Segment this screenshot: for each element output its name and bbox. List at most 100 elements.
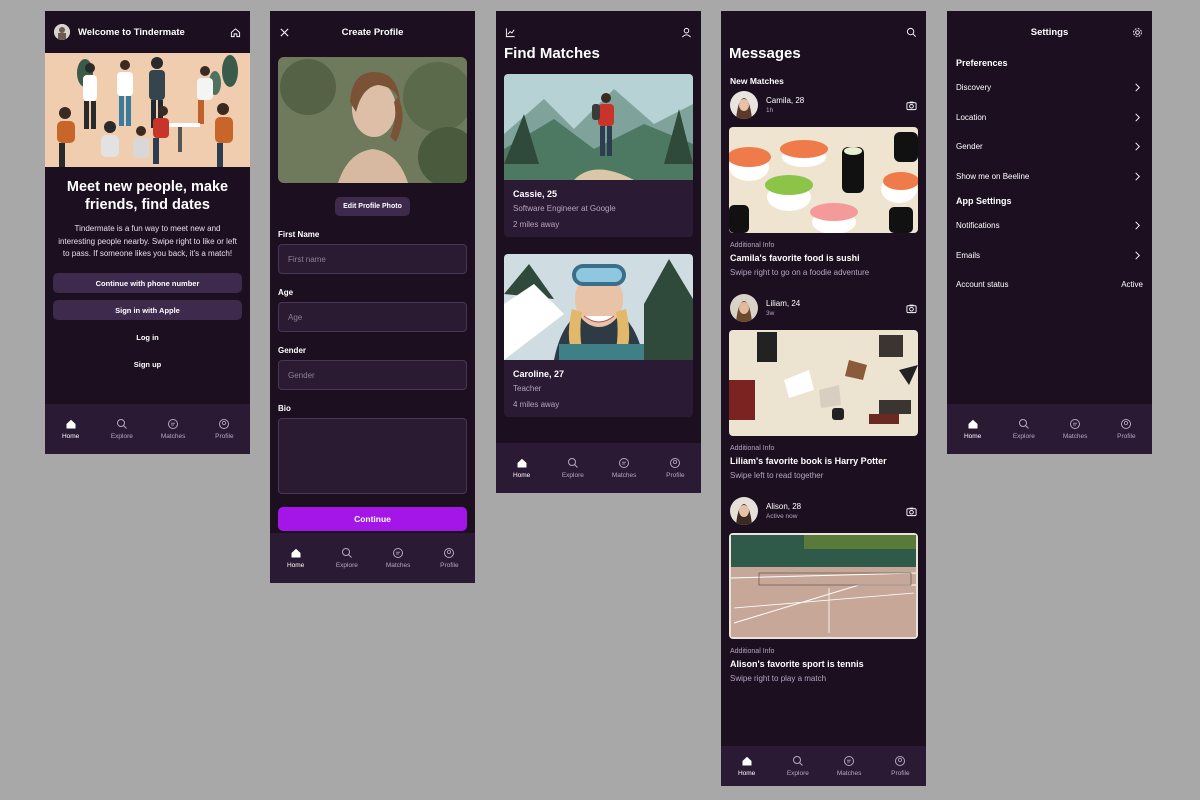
avatar[interactable] [54, 24, 70, 40]
create-profile-header: Create Profile [270, 11, 475, 53]
age-field[interactable]: Age [278, 302, 467, 332]
nav-profile[interactable]: Profile [200, 418, 248, 440]
gear-icon[interactable] [1132, 27, 1143, 38]
avatar [730, 497, 758, 525]
continue-phone-button[interactable]: Continue with phone number [53, 273, 242, 294]
chevron-right-icon [1132, 141, 1143, 152]
page-title: Settings [1030, 26, 1069, 38]
close-icon[interactable] [279, 27, 290, 38]
chevron-right-icon [1132, 171, 1143, 182]
age-label: Age [278, 288, 294, 297]
settings-row-discovery[interactable]: Discovery [947, 73, 1152, 103]
bottom-nav: Home Explore Matches Profile [45, 404, 250, 454]
nav-profile[interactable]: Profile [876, 755, 924, 777]
app-title: Welcome to Tindermate [78, 26, 185, 38]
nav-explore[interactable]: Explore [549, 457, 597, 479]
message-header[interactable]: Liliam, 24 3w [721, 291, 926, 325]
settings-row-gender[interactable]: Gender [947, 132, 1152, 162]
info-title: Liliam's favorite book is Harry Potter [730, 456, 887, 466]
nav-home[interactable]: Home [272, 547, 320, 569]
create-profile-screen: Create Profile Edit Profile Photo First … [270, 11, 475, 583]
home-icon[interactable] [230, 27, 241, 38]
nav-home[interactable]: Home [47, 418, 95, 440]
continue-button[interactable]: Continue [278, 507, 467, 531]
camera-icon[interactable] [906, 100, 917, 111]
profile-icon [219, 419, 230, 429]
nav-profile[interactable]: Profile [651, 457, 699, 479]
match-distance: 2 miles away [513, 220, 560, 229]
bio-label: Bio [278, 404, 291, 413]
nav-home[interactable]: Home [949, 418, 997, 440]
additional-info-label: Additional Info [730, 445, 775, 452]
bio-field[interactable] [278, 418, 467, 494]
search-icon [341, 548, 352, 558]
nav-explore[interactable]: Explore [98, 418, 146, 440]
welcome-description: Tindermate is a fun way to meet new and … [58, 224, 237, 259]
log-in-button[interactable]: Log in [53, 327, 242, 347]
nav-matches[interactable]: Matches [1051, 418, 1099, 440]
match-job: Teacher [513, 384, 542, 393]
camera-icon[interactable] [906, 303, 917, 314]
first-name-field[interactable]: First name [278, 244, 467, 274]
match-card[interactable]: Cassie, 25 Software Engineer at Google 2… [504, 74, 693, 237]
user-icon[interactable] [681, 27, 692, 38]
gender-field[interactable]: Gender [278, 360, 467, 390]
search-icon [116, 419, 127, 429]
first-name-label: First Name [278, 230, 320, 239]
chart-icon[interactable] [505, 27, 516, 38]
settings-row-emails[interactable]: Emails [947, 241, 1152, 271]
info-title: Alison's favorite sport is tennis [730, 659, 864, 669]
nav-profile[interactable]: Profile [1102, 418, 1150, 440]
settings-row-show-me[interactable]: Show me on Beeline [947, 162, 1152, 192]
bottom-nav: Home Explore Matches Profile [270, 533, 475, 583]
search-icon[interactable] [906, 27, 917, 38]
settings-row-location[interactable]: Location [947, 103, 1152, 133]
match-distance: 4 miles away [513, 400, 560, 409]
edit-profile-photo-button[interactable]: Edit Profile Photo [335, 197, 410, 216]
profile-icon [444, 548, 455, 558]
settings-row-account-status[interactable]: Account status Active [947, 270, 1152, 300]
nav-matches[interactable]: Matches [374, 547, 422, 569]
nav-profile[interactable]: Profile [425, 547, 473, 569]
message-header[interactable]: Alison, 28 Active now [721, 494, 926, 528]
message-name: Alison, 28 [766, 502, 802, 511]
additional-info-label: Additional Info [730, 242, 775, 249]
home-icon [66, 419, 76, 429]
account-status-value: Active [1121, 280, 1143, 290]
match-card[interactable]: Caroline, 27 Teacher 4 miles away [504, 254, 693, 417]
nav-matches[interactable]: Matches [600, 457, 648, 479]
welcome-header: Welcome to Tindermate [45, 11, 250, 53]
settings-row-notifications[interactable]: Notifications [947, 211, 1152, 241]
nav-matches[interactable]: Matches [149, 418, 197, 440]
info-subtitle: Swipe left to read together [730, 471, 824, 480]
chat-icon [168, 419, 179, 429]
nav-home[interactable]: Home [723, 755, 771, 777]
sign-up-button[interactable]: Sign up [53, 354, 242, 374]
bottom-nav: Home Explore Matches Profile [947, 404, 1152, 454]
home-icon [968, 419, 978, 429]
match-job: Software Engineer at Google [513, 204, 616, 213]
camera-icon[interactable] [906, 506, 917, 517]
messages-screen: Messages New Matches Camila, 28 1h Additi… [721, 11, 926, 786]
search-icon [567, 458, 578, 468]
chevron-right-icon [1132, 112, 1143, 123]
app-settings-title: App Settings [956, 196, 1012, 206]
nav-explore[interactable]: Explore [323, 547, 371, 569]
nav-home[interactable]: Home [498, 457, 546, 479]
nav-matches[interactable]: Matches [825, 755, 873, 777]
page-title: Find Matches [504, 45, 600, 62]
gender-label: Gender [278, 346, 307, 355]
nav-explore[interactable]: Explore [774, 755, 822, 777]
home-icon [517, 458, 527, 468]
message-header[interactable]: Camila, 28 1h [721, 88, 926, 122]
chat-icon [393, 548, 404, 558]
chevron-right-icon [1132, 220, 1143, 231]
nav-explore[interactable]: Explore [1000, 418, 1048, 440]
search-icon [1018, 419, 1029, 429]
settings-screen: Settings Preferences Discovery Location … [947, 11, 1152, 454]
books-image [729, 330, 918, 436]
chevron-right-icon [1132, 250, 1143, 261]
chat-icon [1070, 419, 1081, 429]
sign-in-apple-button[interactable]: Sign in with Apple [53, 300, 242, 321]
bottom-nav: Home Explore Matches Profile [496, 443, 701, 493]
